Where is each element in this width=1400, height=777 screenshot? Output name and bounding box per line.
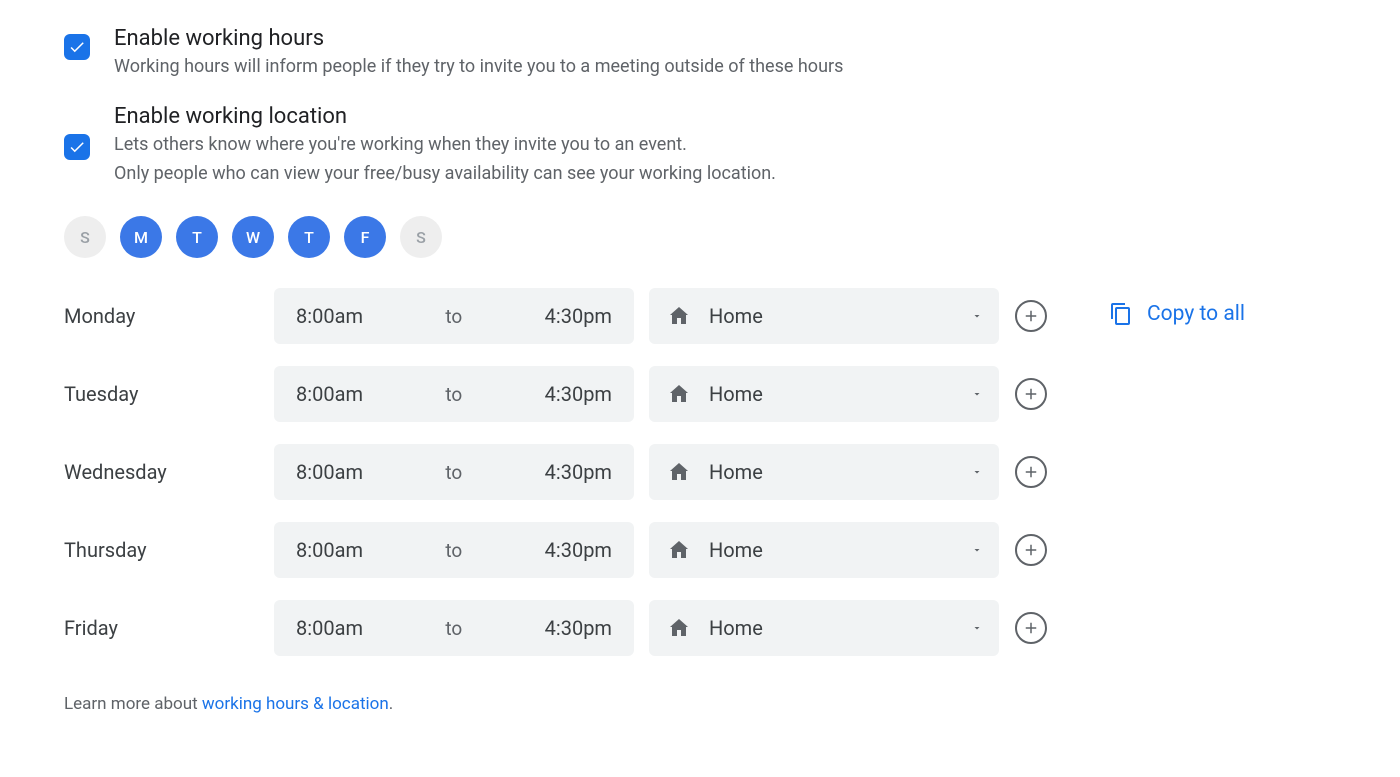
add-time-range-button[interactable]	[1015, 456, 1047, 488]
time-range-select[interactable]: 8:00am to 4:30pm	[274, 366, 634, 422]
day-chip-2[interactable]: T	[176, 216, 218, 258]
add-time-range-button[interactable]	[1015, 534, 1047, 566]
copy-to-all-button[interactable]: Copy to all	[1109, 302, 1245, 326]
start-time: 8:00am	[296, 460, 363, 484]
location-label: Home	[709, 304, 763, 328]
schedule-row: Tuesday 8:00am to 4:30pm Home	[64, 366, 1336, 422]
day-chip-3[interactable]: W	[232, 216, 274, 258]
learn-more-text: Learn more about working hours & locatio…	[64, 694, 1336, 714]
time-separator: to	[445, 305, 462, 328]
chevron-down-icon	[971, 622, 983, 634]
start-time: 8:00am	[296, 304, 363, 328]
end-time: 4:30pm	[545, 304, 612, 328]
schedule-row: Friday 8:00am to 4:30pm Home	[64, 600, 1336, 656]
learn-more-prefix: Learn more about	[64, 694, 202, 714]
add-time-range-button[interactable]	[1015, 300, 1047, 332]
time-separator: to	[445, 617, 462, 640]
working-hours-title: Enable working hours	[114, 26, 843, 51]
end-time: 4:30pm	[545, 538, 612, 562]
working-location-checkbox[interactable]	[64, 134, 90, 160]
schedule-row: Thursday 8:00am to 4:30pm Home	[64, 522, 1336, 578]
plus-icon	[1022, 463, 1040, 481]
day-chip-6[interactable]: S	[400, 216, 442, 258]
working-hours-schedule: Monday 8:00am to 4:30pm Home Copy to all Tuesd…	[64, 288, 1336, 656]
day-chip-4[interactable]: T	[288, 216, 330, 258]
plus-icon	[1022, 385, 1040, 403]
home-icon	[667, 616, 691, 640]
working-location-desc-1: Lets others know where you're working wh…	[114, 131, 776, 160]
setting-working-location: Enable working location Lets others know…	[64, 104, 1336, 189]
copy-icon	[1109, 302, 1133, 326]
time-separator: to	[445, 461, 462, 484]
location-label: Home	[709, 616, 763, 640]
working-location-title: Enable working location	[114, 104, 776, 129]
location-select[interactable]: Home	[649, 366, 999, 422]
add-time-range-button[interactable]	[1015, 612, 1047, 644]
day-chip-5[interactable]: F	[344, 216, 386, 258]
plus-icon	[1022, 307, 1040, 325]
home-icon	[667, 538, 691, 562]
chevron-down-icon	[971, 388, 983, 400]
location-select[interactable]: Home	[649, 522, 999, 578]
check-icon	[68, 138, 86, 156]
time-range-select[interactable]: 8:00am to 4:30pm	[274, 522, 634, 578]
time-range-select[interactable]: 8:00am to 4:30pm	[274, 600, 634, 656]
start-time: 8:00am	[296, 616, 363, 640]
day-label: Tuesday	[64, 382, 274, 406]
plus-icon	[1022, 541, 1040, 559]
time-range-select[interactable]: 8:00am to 4:30pm	[274, 288, 634, 344]
end-time: 4:30pm	[545, 382, 612, 406]
schedule-row: Monday 8:00am to 4:30pm Home Copy to all	[64, 288, 1336, 344]
chevron-down-icon	[971, 544, 983, 556]
copy-to-all-label: Copy to all	[1147, 302, 1245, 326]
location-label: Home	[709, 382, 763, 406]
home-icon	[667, 304, 691, 328]
location-select[interactable]: Home	[649, 288, 999, 344]
day-of-week-picker: SMTWTFS	[64, 216, 1336, 258]
day-label: Wednesday	[64, 460, 274, 484]
learn-more-link[interactable]: working hours & location	[202, 694, 389, 714]
home-icon	[667, 382, 691, 406]
time-separator: to	[445, 383, 462, 406]
check-icon	[68, 38, 86, 56]
end-time: 4:30pm	[545, 616, 612, 640]
add-time-range-button[interactable]	[1015, 378, 1047, 410]
location-label: Home	[709, 460, 763, 484]
day-chip-1[interactable]: M	[120, 216, 162, 258]
time-range-select[interactable]: 8:00am to 4:30pm	[274, 444, 634, 500]
location-label: Home	[709, 538, 763, 562]
plus-icon	[1022, 619, 1040, 637]
day-label: Friday	[64, 616, 274, 640]
setting-working-hours: Enable working hours Working hours will …	[64, 26, 1336, 82]
start-time: 8:00am	[296, 538, 363, 562]
end-time: 4:30pm	[545, 460, 612, 484]
time-separator: to	[445, 539, 462, 562]
chevron-down-icon	[971, 310, 983, 322]
chevron-down-icon	[971, 466, 983, 478]
working-location-desc-2: Only people who can view your free/busy …	[114, 160, 776, 189]
day-chip-0[interactable]: S	[64, 216, 106, 258]
home-icon	[667, 460, 691, 484]
location-select[interactable]: Home	[649, 600, 999, 656]
day-label: Monday	[64, 304, 274, 328]
working-hours-desc: Working hours will inform people if they…	[114, 53, 843, 82]
learn-more-suffix: .	[389, 694, 393, 714]
start-time: 8:00am	[296, 382, 363, 406]
day-label: Thursday	[64, 538, 274, 562]
working-hours-checkbox[interactable]	[64, 34, 90, 60]
location-select[interactable]: Home	[649, 444, 999, 500]
schedule-row: Wednesday 8:00am to 4:30pm Home	[64, 444, 1336, 500]
